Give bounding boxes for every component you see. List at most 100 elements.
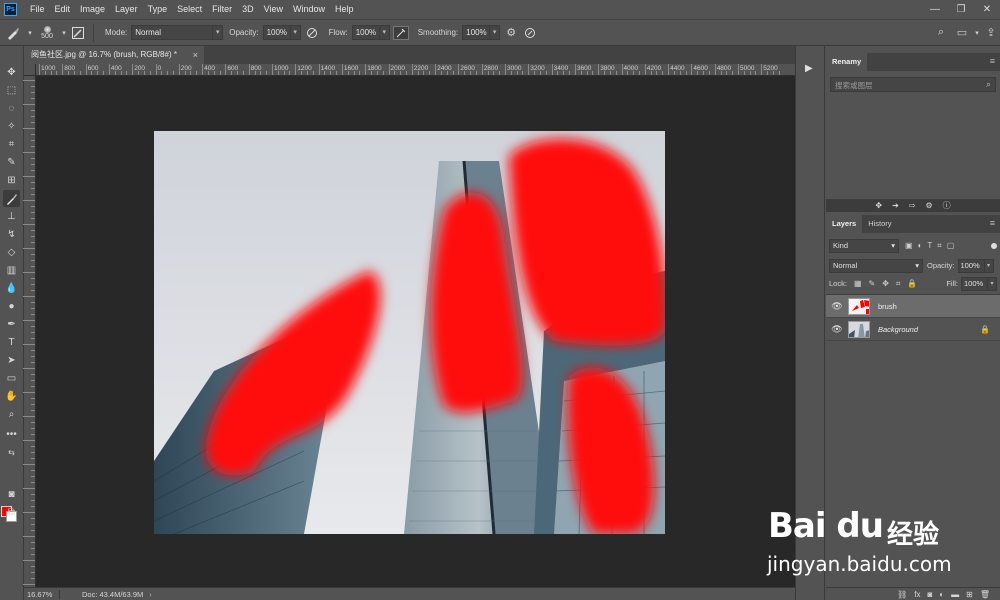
history-brush-tool-icon[interactable]: ↯: [3, 226, 20, 243]
minimize-button[interactable]: —: [922, 4, 948, 15]
eyedropper-tool-icon[interactable]: ✎: [3, 154, 20, 171]
crop-tool-icon[interactable]: ⌗: [3, 136, 20, 153]
type-filter-icon[interactable]: T: [927, 241, 932, 251]
tab-layers[interactable]: Layers: [826, 215, 863, 233]
gear-icon[interactable]: ⚙: [925, 201, 932, 210]
rectangle-tool-icon[interactable]: ▭: [3, 370, 20, 387]
lock-all-icon[interactable]: 🔒: [907, 279, 917, 289]
gear-icon[interactable]: ⚙: [500, 26, 522, 39]
type-tool-icon[interactable]: T: [3, 334, 20, 351]
arrow-right-icon[interactable]: ➔: [892, 201, 899, 210]
smoothing-field[interactable]: 100%: [462, 25, 491, 40]
renamy-search-input[interactable]: 搜索或图层 ⌕: [830, 77, 996, 92]
document-image[interactable]: [154, 131, 665, 534]
close-icon[interactable]: ×: [193, 46, 198, 64]
chevron-down-icon[interactable]: ▾: [290, 25, 301, 40]
eraser-tool-icon[interactable]: ◇: [3, 244, 20, 261]
document-tab[interactable]: 阅鱼社区.jpg @ 16.7% (brush, RGB/8#) * ×: [24, 46, 204, 64]
chevron-down-icon[interactable]: ▾: [213, 25, 224, 40]
lasso-tool-icon[interactable]: ◌: [3, 100, 20, 117]
adjustment-filter-icon[interactable]: ◐: [918, 241, 923, 251]
menu-3d[interactable]: 3D: [237, 0, 259, 19]
swap-colors-icon[interactable]: ⇆: [3, 444, 20, 461]
brush-tool-preset-icon[interactable]: [0, 26, 26, 40]
ruler-origin[interactable]: [24, 64, 36, 76]
eye-icon[interactable]: 👁: [826, 324, 848, 335]
airbrush-icon[interactable]: [390, 25, 412, 40]
healing-brush-tool-icon[interactable]: ⊞: [3, 172, 20, 189]
path-selection-tool-icon[interactable]: ➤: [3, 352, 20, 369]
smart-object-filter-icon[interactable]: ▢: [947, 241, 955, 251]
close-window-button[interactable]: ✕: [974, 4, 1000, 15]
menu-type[interactable]: Type: [143, 0, 173, 19]
move-tool-icon[interactable]: ✥: [3, 64, 20, 81]
layer-item-background[interactable]: 👁 Background 🔒: [826, 318, 1000, 341]
menu-help[interactable]: Help: [330, 0, 359, 19]
chevron-down-icon[interactable]: ▾: [984, 258, 994, 273]
image-filter-icon[interactable]: ▣: [905, 241, 913, 251]
more-tools-icon[interactable]: •••: [3, 426, 20, 443]
chevron-down-icon[interactable]: ▾: [988, 276, 997, 291]
menu-layer[interactable]: Layer: [110, 0, 143, 19]
forward-icon[interactable]: ⇨: [909, 201, 916, 210]
layer-opacity-field[interactable]: 100%: [957, 258, 985, 273]
canvas-area[interactable]: [36, 76, 795, 587]
panel-menu-icon[interactable]: ≡: [990, 56, 995, 66]
zoom-level[interactable]: 16.67%: [24, 589, 60, 599]
chevron-down-icon[interactable]: ▾: [379, 25, 390, 40]
chevron-down-icon[interactable]: ▾: [490, 25, 501, 40]
search-icon[interactable]: ⌕: [986, 79, 991, 90]
hand-tool-icon[interactable]: ✋: [3, 388, 20, 405]
flow-field[interactable]: 100%: [351, 25, 380, 40]
chevron-down-icon[interactable]: ▾: [26, 29, 34, 37]
dodge-tool-icon[interactable]: ●: [3, 298, 20, 315]
status-menu-arrow[interactable]: ›: [149, 590, 152, 599]
tab-history[interactable]: History: [862, 215, 897, 233]
play-icon[interactable]: ▶: [805, 63, 813, 74]
menu-edit[interactable]: Edit: [50, 0, 76, 19]
lock-position-icon[interactable]: ✥: [882, 279, 889, 289]
zoom-tool-icon[interactable]: ⌕: [3, 406, 20, 423]
menu-file[interactable]: File: [25, 0, 50, 19]
lock-image-icon[interactable]: ✎: [869, 279, 876, 289]
menu-view[interactable]: View: [259, 0, 288, 19]
opacity-field[interactable]: 100%: [262, 25, 291, 40]
menu-image[interactable]: Image: [75, 0, 110, 19]
transform-icon[interactable]: ✥: [875, 201, 882, 210]
menu-filter[interactable]: Filter: [207, 0, 237, 19]
blur-tool-icon[interactable]: 💧: [3, 280, 20, 297]
brush-tool-icon[interactable]: [3, 190, 20, 207]
clone-stamp-tool-icon[interactable]: ⊥: [3, 208, 20, 225]
blend-mode-select[interactable]: Normal ▾: [829, 258, 923, 273]
shape-filter-icon[interactable]: ⌗: [937, 241, 942, 251]
pressure-opacity-icon[interactable]: [301, 27, 323, 39]
gradient-tool-icon[interactable]: ▥: [3, 262, 20, 279]
magic-wand-tool-icon[interactable]: ✧: [3, 118, 20, 135]
screen-mode-icon[interactable]: ⧉: [3, 504, 20, 521]
panel-menu-icon[interactable]: ≡: [990, 218, 995, 228]
pressure-size-icon[interactable]: [522, 27, 538, 39]
brush-preset-picker[interactable]: 500: [34, 21, 60, 45]
horizontal-ruler[interactable]: 1000 800 600 400 200 0 200 400 600 800 1000 1200 140…: [36, 64, 795, 76]
filter-toggle[interactable]: [991, 242, 997, 249]
menu-window[interactable]: Window: [288, 0, 330, 19]
mode-select[interactable]: Normal: [131, 25, 214, 40]
kind-filter-select[interactable]: Kind ▾: [829, 238, 899, 253]
brush-settings-panel-icon[interactable]: [68, 26, 88, 39]
pen-tool-icon[interactable]: ✒: [3, 316, 20, 333]
search-icon[interactable]: ⌕: [930, 26, 952, 39]
lock-pixels-icon[interactable]: ▦: [854, 279, 862, 289]
workspace-icon[interactable]: ▭: [952, 26, 972, 39]
chevron-down-icon[interactable]: ▾: [60, 29, 68, 37]
chevron-down-icon[interactable]: ▾: [972, 29, 982, 37]
eye-icon[interactable]: 👁: [826, 301, 848, 312]
layer-item-brush[interactable]: 👁 brush: [826, 295, 1000, 318]
share-icon[interactable]: ⇪: [982, 26, 1000, 39]
tab-renamy[interactable]: Renamy: [826, 53, 868, 71]
restore-button[interactable]: ❐: [948, 4, 974, 15]
fill-field[interactable]: 100%: [961, 276, 988, 291]
vertical-ruler[interactable]: [23, 76, 36, 587]
marquee-tool-icon[interactable]: ⬚: [3, 82, 20, 99]
info-icon[interactable]: ⓘ: [943, 200, 951, 211]
lock-artboard-icon[interactable]: ⌗: [896, 279, 901, 289]
